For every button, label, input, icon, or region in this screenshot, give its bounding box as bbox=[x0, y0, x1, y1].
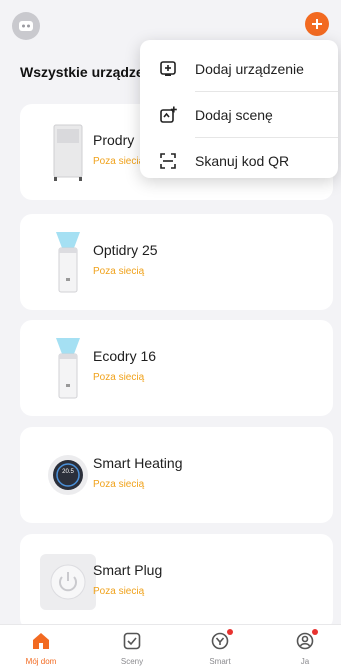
add-button[interactable] bbox=[305, 12, 329, 36]
tab-label: Sceny bbox=[120, 657, 144, 666]
tab-home[interactable]: Mój dom bbox=[11, 625, 71, 669]
dehumidifier-icon bbox=[34, 228, 102, 296]
home-avatar-icon bbox=[19, 21, 33, 31]
tab-profile[interactable]: Ja bbox=[275, 625, 335, 669]
device-status: Poza siecią bbox=[93, 156, 145, 167]
add-device-icon bbox=[160, 61, 176, 76]
plug-icon bbox=[34, 548, 102, 616]
device-name: Smart Heating bbox=[93, 455, 183, 471]
menu-item-add-scene[interactable]: Dodaj scenę bbox=[140, 92, 338, 138]
device-card-smart-heating[interactable]: 20.5 Smart Heating Poza siecią bbox=[20, 427, 333, 523]
device-card-smart-plug[interactable]: Smart Plug Poza siecią bbox=[20, 534, 333, 630]
tab-label: Mój dom bbox=[25, 657, 57, 666]
menu-item-scan-qr[interactable]: Skanuj kod QR bbox=[140, 138, 338, 184]
notification-badge bbox=[227, 629, 233, 635]
tab-smart[interactable]: Smart bbox=[190, 625, 250, 669]
device-status: Poza siecią bbox=[93, 266, 145, 277]
device-status: Poza siecią bbox=[93, 586, 145, 597]
add-menu: Dodaj urządzenie Dodaj scenę Skanuj kod … bbox=[140, 40, 338, 178]
add-scene-icon bbox=[160, 106, 177, 123]
page-title: Wszystkie urządzenia bbox=[20, 64, 150, 80]
device-card-optidry[interactable]: Optidry 25 Poza siecią bbox=[20, 214, 333, 310]
device-card-ecodry[interactable]: Ecodry 16 Poza siecią bbox=[20, 320, 333, 416]
home-icon bbox=[33, 633, 49, 649]
device-name: Ecodry 16 bbox=[93, 348, 157, 364]
scan-qr-icon bbox=[160, 153, 176, 169]
menu-item-label: Skanuj kod QR bbox=[195, 153, 290, 169]
thermostat-display: 20.5 bbox=[62, 469, 74, 475]
tab-scenes[interactable]: Sceny bbox=[102, 625, 162, 669]
dehumidifier-icon bbox=[34, 334, 102, 402]
tab-label: Ja bbox=[300, 657, 310, 666]
scenes-icon bbox=[123, 632, 141, 650]
thermostat-icon: 20.5 bbox=[34, 441, 102, 509]
menu-item-label: Dodaj urządzenie bbox=[195, 61, 304, 77]
dehumidifier-icon bbox=[34, 118, 102, 186]
home-switcher-button[interactable] bbox=[12, 12, 40, 40]
notification-badge bbox=[312, 629, 318, 635]
device-status: Poza siecią bbox=[93, 372, 145, 383]
device-name: Smart Plug bbox=[93, 562, 163, 578]
menu-item-add-device[interactable]: Dodaj urządzenie bbox=[140, 46, 338, 92]
device-name: Optidry 25 bbox=[93, 242, 158, 258]
device-name: Prodry bbox=[93, 132, 135, 148]
device-status: Poza siecią bbox=[93, 479, 145, 490]
bottom-tab-bar: Mój dom Sceny Smart Ja bbox=[0, 624, 341, 669]
tab-label: Smart bbox=[209, 657, 231, 666]
plus-icon bbox=[312, 19, 322, 29]
menu-item-label: Dodaj scenę bbox=[195, 107, 273, 123]
